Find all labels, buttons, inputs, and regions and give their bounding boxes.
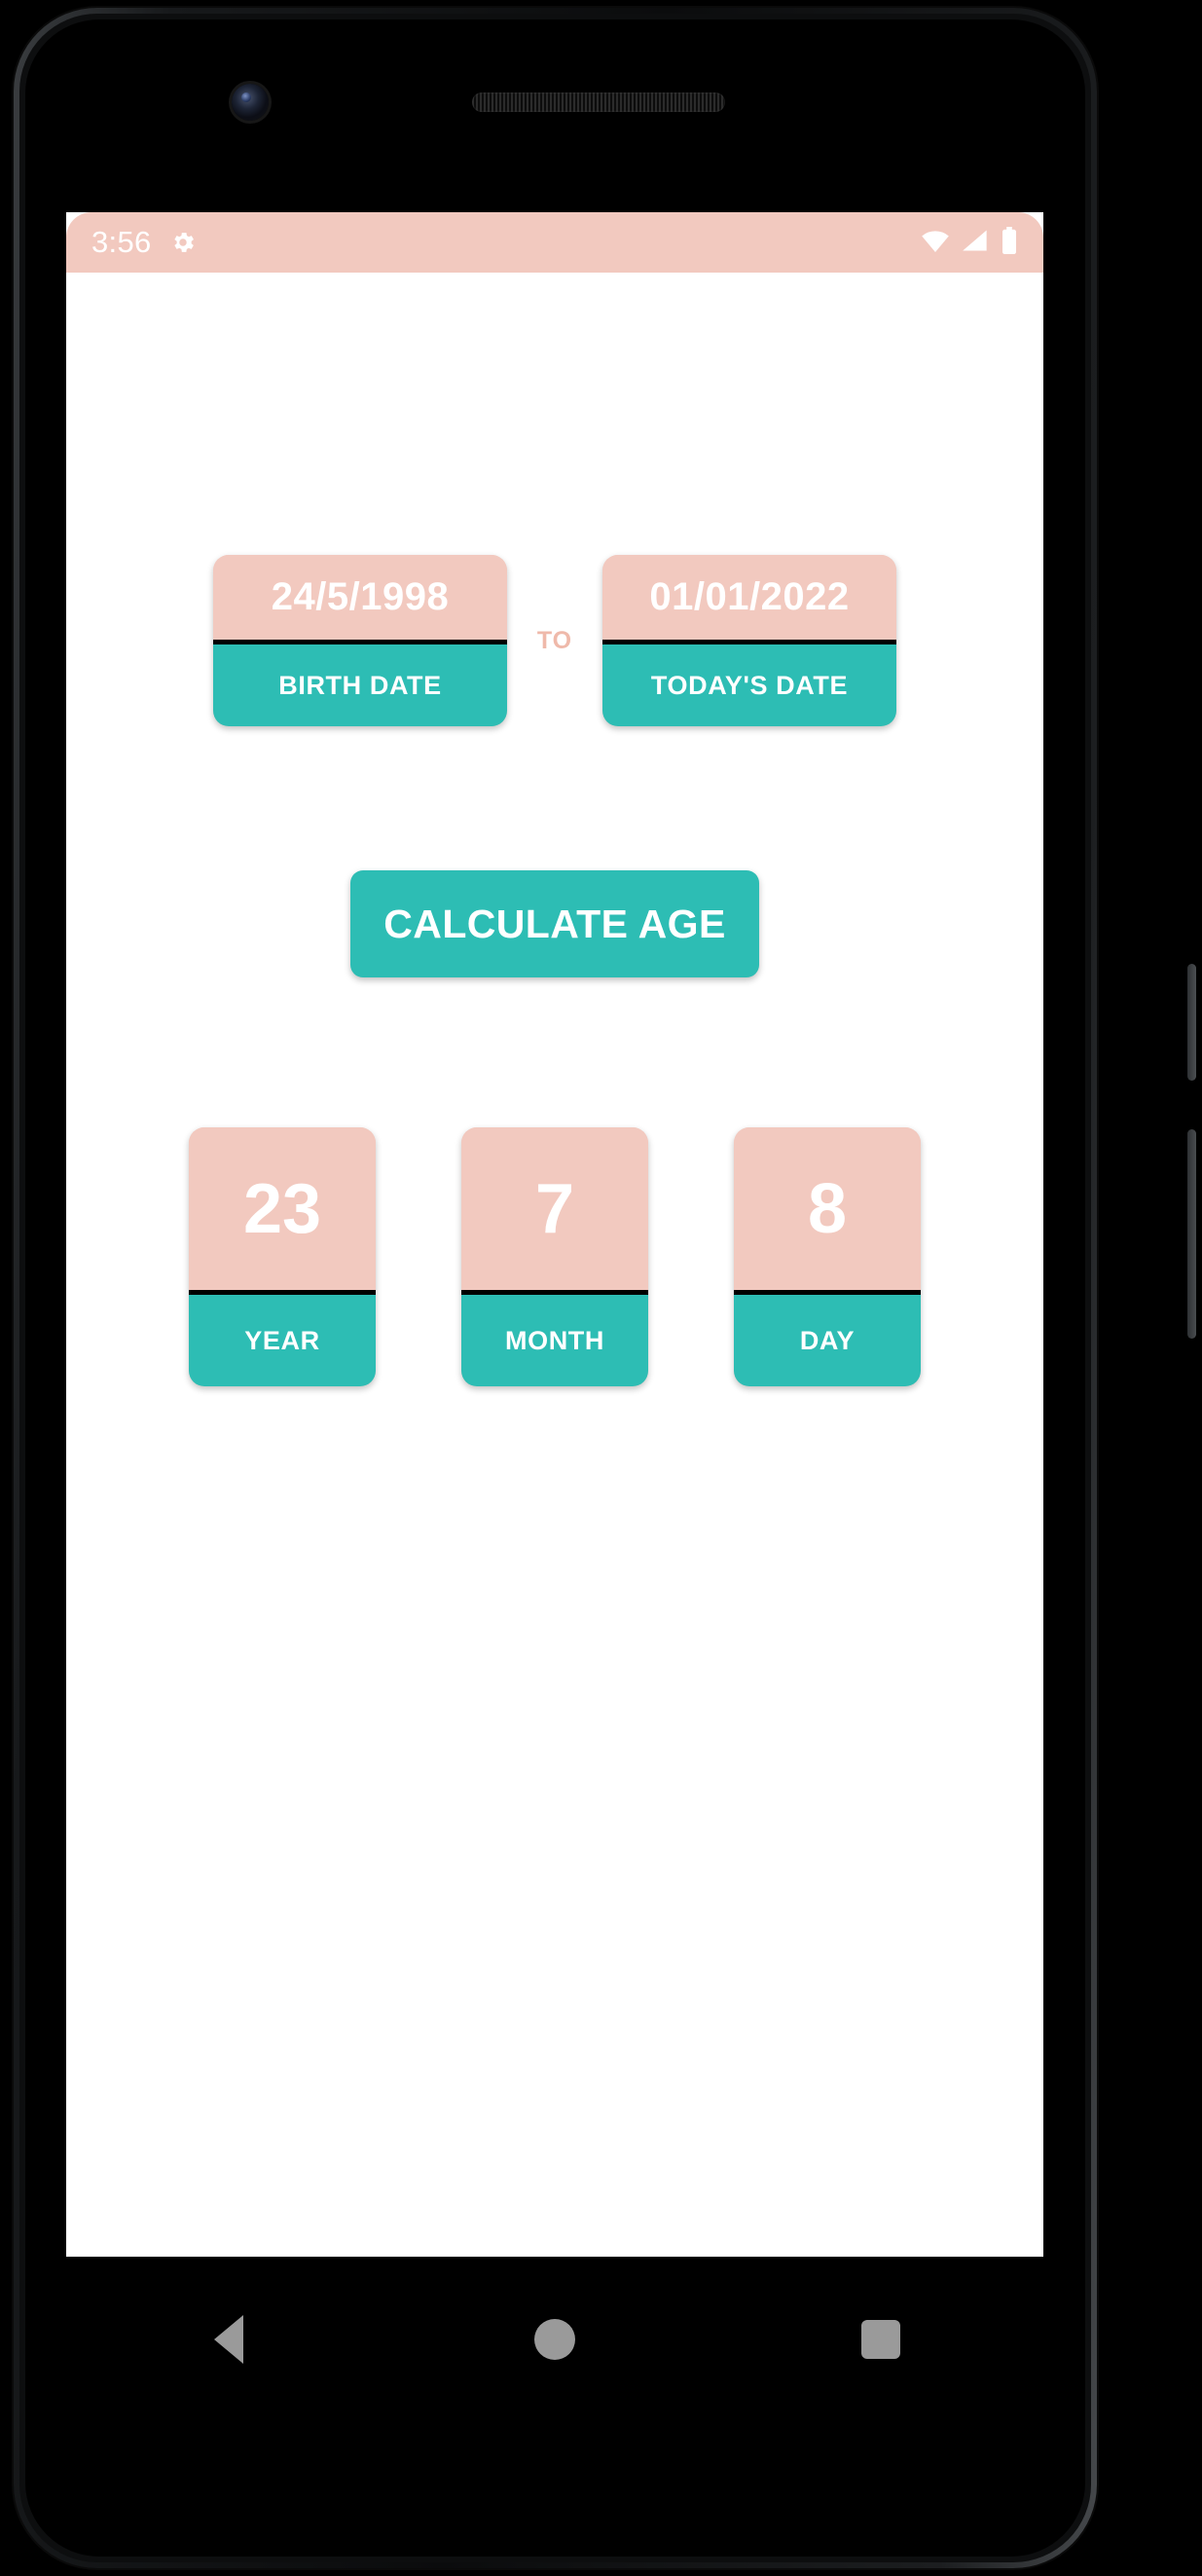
status-clock: 3:56 (91, 225, 152, 259)
wifi-icon (921, 229, 950, 257)
month-label: MONTH (505, 1325, 604, 1355)
recent-apps-nav-button[interactable] (813, 2291, 949, 2388)
result-card-year: 23 YEAR (189, 1127, 376, 1386)
birth-date-value: 24/5/1998 (271, 575, 450, 618)
phone-device-frame: 3:56 24/5/1998 BIRTH DATE TO 01/01/2022 … (0, 0, 1202, 2576)
volume-button[interactable] (1187, 1129, 1196, 1339)
gear-icon[interactable] (169, 229, 197, 256)
today-date-card[interactable]: 01/01/2022 TODAY'S DATE (602, 555, 896, 726)
day-label: DAY (799, 1325, 856, 1355)
year-label: YEAR (244, 1325, 320, 1355)
month-label-area: MONTH (461, 1295, 648, 1386)
cell-signal-icon (962, 229, 989, 257)
day-value: 8 (807, 1169, 848, 1248)
calculate-button-wrapper: CALCULATE AGE (66, 870, 1043, 977)
date-inputs-row: 24/5/1998 BIRTH DATE TO 01/01/2022 TODAY… (66, 555, 1043, 726)
home-nav-button[interactable] (487, 2291, 623, 2388)
battery-full-icon (1001, 226, 1018, 259)
earpiece-speaker-grille (472, 92, 725, 112)
birth-date-label: BIRTH DATE (278, 670, 442, 700)
back-nav-icon (214, 2315, 244, 2364)
month-value: 7 (534, 1169, 575, 1248)
front-camera-icon (232, 84, 269, 121)
today-date-label: TODAY'S DATE (650, 670, 849, 700)
day-value-area: 8 (734, 1127, 921, 1295)
today-date-value-area[interactable]: 01/01/2022 (602, 555, 896, 644)
home-nav-icon (533, 2319, 575, 2360)
recent-apps-nav-icon (860, 2320, 900, 2359)
calculate-age-button[interactable]: CALCULATE AGE (350, 870, 759, 977)
year-value-area: 23 (189, 1127, 376, 1295)
status-bar: 3:56 (66, 212, 1043, 273)
back-nav-button[interactable] (161, 2291, 297, 2388)
result-card-day: 8 DAY (734, 1127, 921, 1386)
status-bar-indicators (921, 226, 1018, 259)
today-date-value: 01/01/2022 (649, 575, 850, 618)
phone-screen: 3:56 24/5/1998 BIRTH DATE TO 01/01/2022 … (66, 212, 1043, 2257)
year-value: 23 (242, 1169, 322, 1248)
month-value-area: 7 (461, 1127, 648, 1295)
to-separator-label: TO (536, 626, 573, 654)
birth-date-label-area[interactable]: BIRTH DATE (213, 644, 507, 726)
camera-lens-icon (241, 92, 251, 102)
power-button[interactable] (1187, 964, 1196, 1081)
android-navigation-bar (66, 2257, 1043, 2422)
age-results-row: 23 YEAR 7 MONTH 8 DAY (66, 1127, 1043, 1386)
age-calculator-app-body: 24/5/1998 BIRTH DATE TO 01/01/2022 TODAY… (66, 273, 1043, 2257)
day-label-area: DAY (734, 1295, 921, 1386)
result-card-month: 7 MONTH (461, 1127, 648, 1386)
today-date-label-area[interactable]: TODAY'S DATE (602, 644, 896, 726)
birth-date-card[interactable]: 24/5/1998 BIRTH DATE (213, 555, 507, 726)
birth-date-value-area[interactable]: 24/5/1998 (213, 555, 507, 644)
year-label-area: YEAR (189, 1295, 376, 1386)
